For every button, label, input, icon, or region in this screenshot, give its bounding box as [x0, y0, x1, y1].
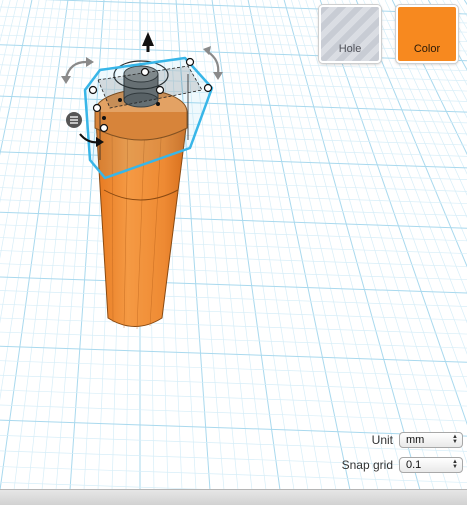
select-arrows-icon: ▲ ▼ [452, 459, 458, 470]
workplane-canvas[interactable] [0, 0, 467, 490]
scale-handle-icon [203, 83, 213, 93]
scale-handle-icon [99, 123, 109, 133]
color-button[interactable]: Color [396, 5, 458, 63]
snap-grid-setting: Snap grid 0.1 ▲ ▼ [342, 456, 463, 474]
align-menu-icon[interactable] [66, 112, 82, 128]
bottom-bar [0, 489, 467, 505]
hole-button[interactable]: Hole [319, 5, 381, 63]
snap-grid-label: Snap grid [341, 458, 393, 472]
select-arrows-icon: ▲ ▼ [452, 434, 458, 445]
unit-value: mm [406, 434, 425, 446]
scale-handle-icon [185, 57, 195, 67]
workplane-viewport[interactable] [0, 0, 467, 490]
scale-handle-icon [88, 85, 98, 95]
scale-handle-icon [92, 103, 102, 113]
hole-label: Hole [338, 43, 362, 55]
snap-grid-value: 0.1 [406, 459, 422, 471]
snap-grid-select[interactable]: 0.1 ▲ ▼ [399, 457, 463, 473]
scale-handle-icon [155, 85, 165, 95]
unit-label: Unit [371, 433, 393, 447]
unit-select[interactable]: mm ▲ ▼ [399, 432, 463, 448]
unit-setting: Unit mm ▲ ▼ [372, 431, 463, 449]
color-label: Color [413, 43, 441, 55]
scale-handle-icon [140, 67, 150, 77]
